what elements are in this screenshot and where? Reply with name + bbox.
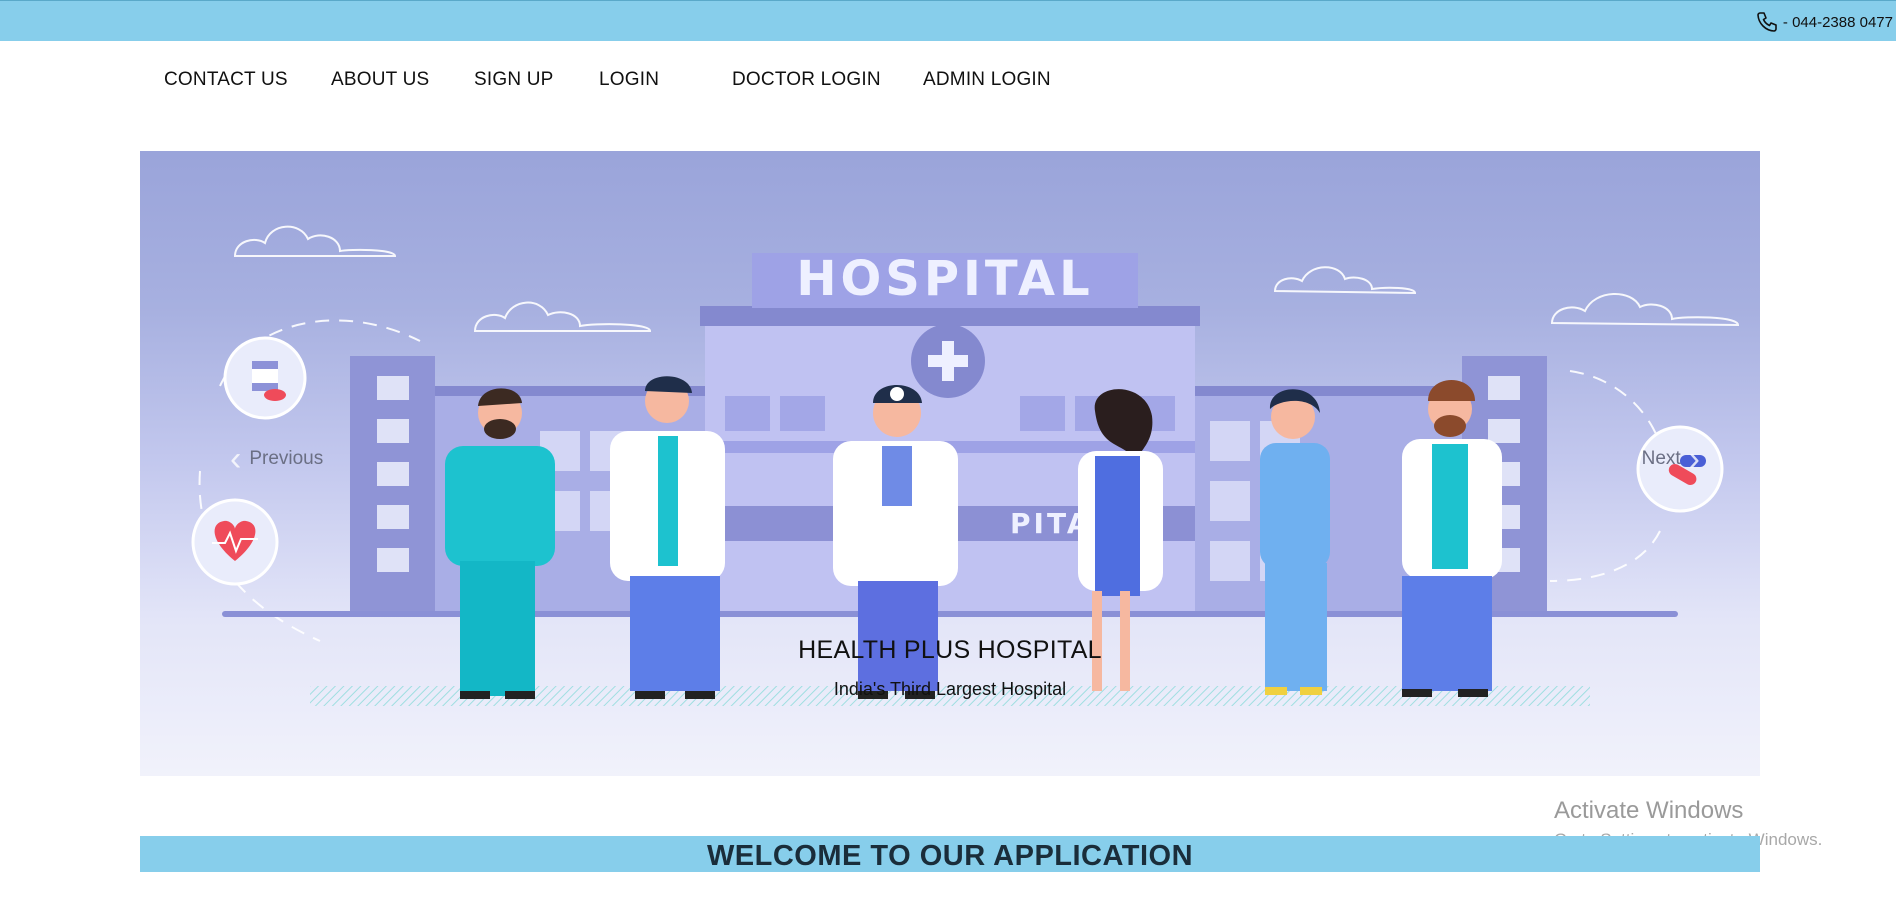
chevron-right-icon: › [1688,440,1700,478]
nav-about-us[interactable]: ABOUT US [331,69,429,91]
hospital-sign-text: HOSPITAL [796,251,1093,307]
phone-number: - 044-2388 0477 [1782,13,1893,31]
activate-windows-title: Activate Windows [1554,797,1744,824]
nav-login[interactable]: LOGIN [599,69,659,91]
hero-carousel: HOSPITAL PITAL ‹ Previous Next › HEALTH … [140,151,1760,776]
nav-contact-us[interactable]: CONTACT US [164,69,288,91]
nav-doctor-login[interactable]: DOCTOR LOGIN [732,69,881,91]
chevron-left-icon: ‹ [230,440,242,478]
carousel-caption-title: HEALTH PLUS HOSPITAL [798,636,1102,664]
phone-contact: - 044-2388 0477 [1755,11,1893,33]
carousel-previous-button[interactable]: ‹ Previous [230,439,323,479]
top-bar: - 044-2388 0477 [0,0,1896,41]
welcome-banner: WELCOME TO OUR APPLICATION [140,836,1760,872]
welcome-heading: WELCOME TO OUR APPLICATION [706,840,1194,872]
carousel-next-button[interactable]: Next › [1642,439,1700,479]
previous-label: Previous [249,448,324,469]
next-label: Next [1641,448,1681,469]
main-nav: CONTACT US ABOUT US SIGN UP LOGIN DOCTOR… [0,41,1896,121]
nav-admin-login[interactable]: ADMIN LOGIN [923,69,1051,91]
phone-icon [1757,12,1777,32]
nav-sign-up[interactable]: SIGN UP [474,69,554,91]
carousel-caption-subtitle: India's Third Largest Hospital [833,679,1067,699]
